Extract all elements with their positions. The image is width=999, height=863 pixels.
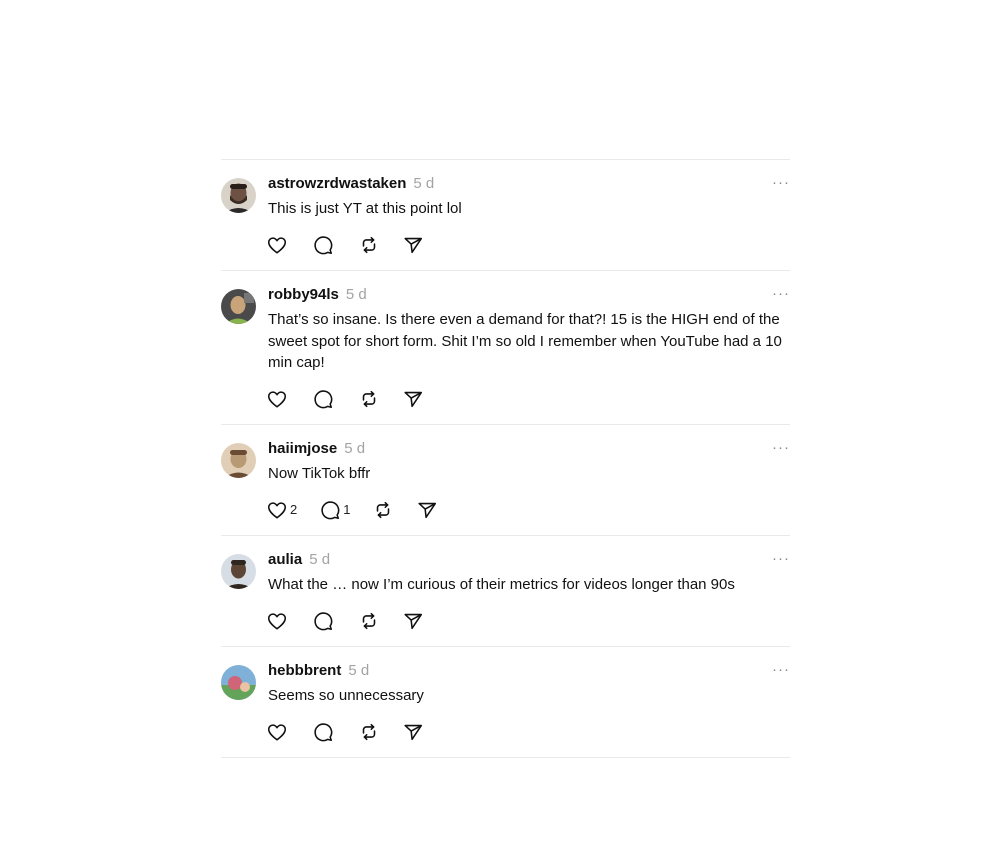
timestamp[interactable]: 5 d bbox=[346, 286, 367, 303]
reply-button[interactable] bbox=[312, 610, 336, 632]
timestamp[interactable]: 5 d bbox=[413, 175, 434, 192]
share-button[interactable] bbox=[402, 610, 424, 632]
like-count: 2 bbox=[290, 502, 298, 517]
comment-text: Seems so unnecessary bbox=[268, 687, 424, 704]
more-options-button[interactable]: ··· bbox=[770, 660, 790, 680]
comment-icon bbox=[321, 500, 340, 519]
action-bar bbox=[266, 233, 790, 277]
comment: astrowzrdwastaken 5 d This is just YT at… bbox=[221, 160, 790, 270]
timestamp[interactable]: 5 d bbox=[348, 662, 369, 679]
heart-icon bbox=[267, 390, 287, 408]
comment-text: This is just YT at this point lol bbox=[268, 200, 462, 217]
repost-button[interactable] bbox=[358, 234, 380, 256]
action-bar: 2 1 bbox=[266, 498, 790, 542]
heart-icon bbox=[267, 723, 287, 741]
more-options-button[interactable]: ··· bbox=[770, 438, 790, 458]
comment-text: Now TikTok bffr bbox=[268, 465, 371, 482]
timestamp[interactable]: 5 d bbox=[344, 440, 365, 457]
like-button[interactable]: 2 bbox=[266, 499, 297, 521]
comment-icon bbox=[314, 235, 333, 254]
username[interactable]: haiimjose bbox=[268, 440, 337, 457]
action-bar bbox=[266, 720, 790, 764]
share-button[interactable] bbox=[402, 234, 424, 256]
username[interactable]: hebbbrent bbox=[268, 662, 341, 679]
repost-icon bbox=[362, 612, 376, 629]
send-icon bbox=[418, 502, 437, 518]
like-button[interactable] bbox=[266, 721, 290, 743]
send-icon bbox=[404, 237, 423, 253]
comment-icon bbox=[314, 611, 333, 630]
repost-icon bbox=[362, 236, 376, 253]
like-button[interactable] bbox=[266, 388, 290, 410]
comment-thread: astrowzrdwastaken 5 d This is just YT at… bbox=[221, 159, 790, 758]
comment-text: That’s so insane. Is there even a demand… bbox=[268, 311, 787, 371]
comment: aulia 5 d What the … now I’m curious of … bbox=[221, 536, 790, 646]
reply-count: 1 bbox=[343, 502, 351, 517]
heart-icon bbox=[267, 501, 287, 519]
reply-button[interactable] bbox=[312, 388, 336, 410]
reply-button[interactable] bbox=[312, 234, 336, 256]
comment-text: What the … now I’m curious of their metr… bbox=[268, 576, 735, 593]
comment: robby94ls 5 d That’s so insane. Is there… bbox=[221, 271, 790, 424]
avatar[interactable] bbox=[221, 289, 256, 324]
avatar[interactable] bbox=[221, 178, 256, 213]
repost-button[interactable] bbox=[358, 721, 380, 743]
username[interactable]: robby94ls bbox=[268, 286, 339, 303]
repost-icon bbox=[362, 390, 376, 407]
more-options-button[interactable]: ··· bbox=[770, 549, 790, 569]
timestamp[interactable]: 5 d bbox=[309, 551, 330, 568]
repost-button[interactable] bbox=[358, 610, 380, 632]
repost-icon bbox=[377, 501, 390, 518]
repost-icon bbox=[362, 723, 376, 740]
avatar[interactable] bbox=[221, 443, 256, 478]
send-icon bbox=[404, 391, 423, 407]
more-options-button[interactable]: ··· bbox=[770, 284, 790, 304]
comment: haiimjose 5 d Now TikTok bffr 2 1 ··· bbox=[221, 425, 790, 535]
avatar[interactable] bbox=[221, 554, 256, 589]
like-button[interactable] bbox=[266, 610, 290, 632]
comment-icon bbox=[314, 722, 333, 741]
avatar[interactable] bbox=[221, 665, 256, 700]
reply-button[interactable]: 1 bbox=[319, 499, 350, 521]
heart-icon bbox=[267, 236, 287, 254]
repost-button[interactable] bbox=[372, 499, 394, 521]
share-button[interactable] bbox=[416, 499, 438, 521]
comment: hebbbrent 5 d Seems so unnecessary ··· bbox=[221, 647, 790, 757]
send-icon bbox=[404, 724, 423, 740]
username[interactable]: aulia bbox=[268, 551, 302, 568]
send-icon bbox=[404, 613, 423, 629]
action-bar bbox=[266, 609, 790, 653]
share-button[interactable] bbox=[402, 388, 424, 410]
share-button[interactable] bbox=[402, 721, 424, 743]
more-options-button[interactable]: ··· bbox=[770, 173, 790, 193]
like-button[interactable] bbox=[266, 234, 290, 256]
reply-button[interactable] bbox=[312, 721, 336, 743]
action-bar bbox=[266, 387, 790, 431]
heart-icon bbox=[267, 612, 287, 630]
repost-button[interactable] bbox=[358, 388, 380, 410]
username[interactable]: astrowzrdwastaken bbox=[268, 175, 406, 192]
comment-icon bbox=[314, 389, 333, 408]
